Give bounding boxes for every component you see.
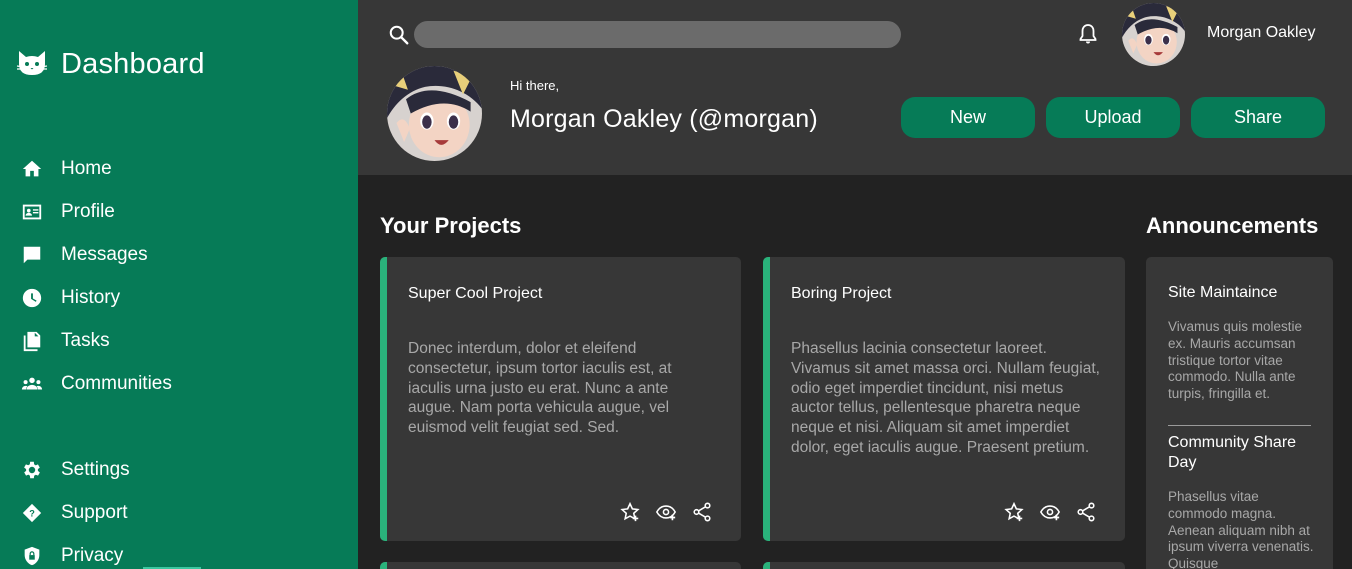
- card-accent: [380, 562, 387, 569]
- card-accent: [380, 257, 387, 541]
- profile-name: Morgan Oakley (@morgan): [510, 105, 818, 133]
- announcement-body: Vivamus quis molestie ex. Mauris accumsa…: [1168, 319, 1303, 402]
- avatar[interactable]: [1122, 3, 1185, 66]
- share-icon[interactable]: [1075, 501, 1097, 523]
- watch-icon[interactable]: [655, 501, 677, 523]
- share-icon[interactable]: [691, 501, 713, 523]
- star-icon[interactable]: [1003, 501, 1025, 523]
- tasks-icon: [20, 329, 44, 353]
- upload-button[interactable]: Upload: [1046, 97, 1180, 138]
- sidebar-item-label: Settings: [61, 459, 130, 480]
- clock-icon: [20, 286, 44, 310]
- announcement-title: Community Share Day: [1168, 434, 1297, 471]
- sidebar-item-profile[interactable]: Profile: [20, 197, 115, 227]
- people-icon: [20, 372, 44, 396]
- brand-title: Dashboard: [61, 48, 205, 80]
- header: Morgan Oakley Hi there, Morgan Oakley (@…: [358, 0, 1352, 175]
- help-icon: ?: [20, 501, 44, 525]
- project-card[interactable]: Super Cool Project Donec interdum, dolor…: [380, 257, 741, 541]
- sidebar-item-label: Messages: [61, 244, 148, 265]
- sidebar-item-label: Support: [61, 502, 128, 523]
- search-icon[interactable]: [388, 24, 410, 46]
- greeting: Hi there,: [510, 78, 560, 93]
- new-button[interactable]: New: [901, 97, 1035, 138]
- projects-title: Your Projects: [380, 213, 522, 238]
- divider: [1168, 425, 1311, 426]
- project-card[interactable]: [763, 562, 1125, 569]
- bell-icon[interactable]: [1076, 22, 1100, 46]
- message-icon: [20, 243, 44, 267]
- project-title: Boring Project: [791, 285, 892, 302]
- sidebar-item-label: Privacy: [61, 545, 124, 566]
- card-accent: [763, 257, 770, 541]
- sidebar-item-settings[interactable]: Settings: [20, 455, 130, 485]
- announcement-title: Site Maintaince: [1168, 284, 1278, 301]
- card-actions: [1003, 501, 1097, 523]
- sidebar-item-messages[interactable]: Messages: [20, 240, 148, 270]
- sidebar-item-tasks[interactable]: Tasks: [20, 326, 110, 356]
- share-button[interactable]: Share: [1191, 97, 1325, 138]
- sidebar-item-history[interactable]: History: [20, 283, 120, 313]
- sidebar-item-label: Communities: [61, 373, 172, 394]
- sidebar-item-label: History: [61, 287, 121, 308]
- sidebar-item-support[interactable]: ? Support: [20, 498, 128, 528]
- username[interactable]: Morgan Oakley: [1207, 24, 1316, 42]
- gear-icon: [20, 458, 44, 482]
- watch-icon[interactable]: [1039, 501, 1061, 523]
- sidebar-item-privacy[interactable]: Privacy: [20, 541, 123, 569]
- announcement-body: Phasellus vitae commodo magna. Aenean al…: [1168, 489, 1314, 569]
- card-accent: [763, 562, 770, 569]
- search-input[interactable]: [414, 21, 901, 48]
- sidebar-item-label: Tasks: [61, 330, 110, 351]
- sidebar: Dashboard Home Profile Messages History …: [0, 0, 358, 569]
- home-icon: [20, 157, 44, 181]
- brand[interactable]: Dashboard: [14, 44, 205, 85]
- project-description: Donec interdum, dolor et eleifend consec…: [408, 340, 672, 437]
- dashboard-app: Dashboard Home Profile Messages History …: [0, 0, 1352, 569]
- cat-icon: [14, 44, 50, 85]
- project-card[interactable]: Boring Project Phasellus lacinia consect…: [763, 257, 1125, 541]
- project-title: Super Cool Project: [408, 285, 543, 302]
- card-actions: [619, 501, 713, 523]
- announcements-panel: Site Maintaince Vivamus quis molestie ex…: [1146, 257, 1333, 569]
- sidebar-item-communities[interactable]: Communities: [20, 369, 172, 399]
- project-card[interactable]: [380, 562, 741, 569]
- sidebar-item-label: Home: [61, 158, 112, 179]
- profile-card-icon: [20, 200, 44, 224]
- sidebar-item-label: Profile: [61, 201, 115, 222]
- star-icon[interactable]: [619, 501, 641, 523]
- profile-avatar: [387, 66, 482, 161]
- sidebar-item-home[interactable]: Home: [20, 154, 112, 184]
- announcements-title: Announcements: [1146, 213, 1319, 238]
- svg-text:?: ?: [29, 509, 35, 519]
- shield-lock-icon: [20, 544, 44, 568]
- project-description: Phasellus lacinia consectetur laoreet. V…: [791, 340, 1100, 456]
